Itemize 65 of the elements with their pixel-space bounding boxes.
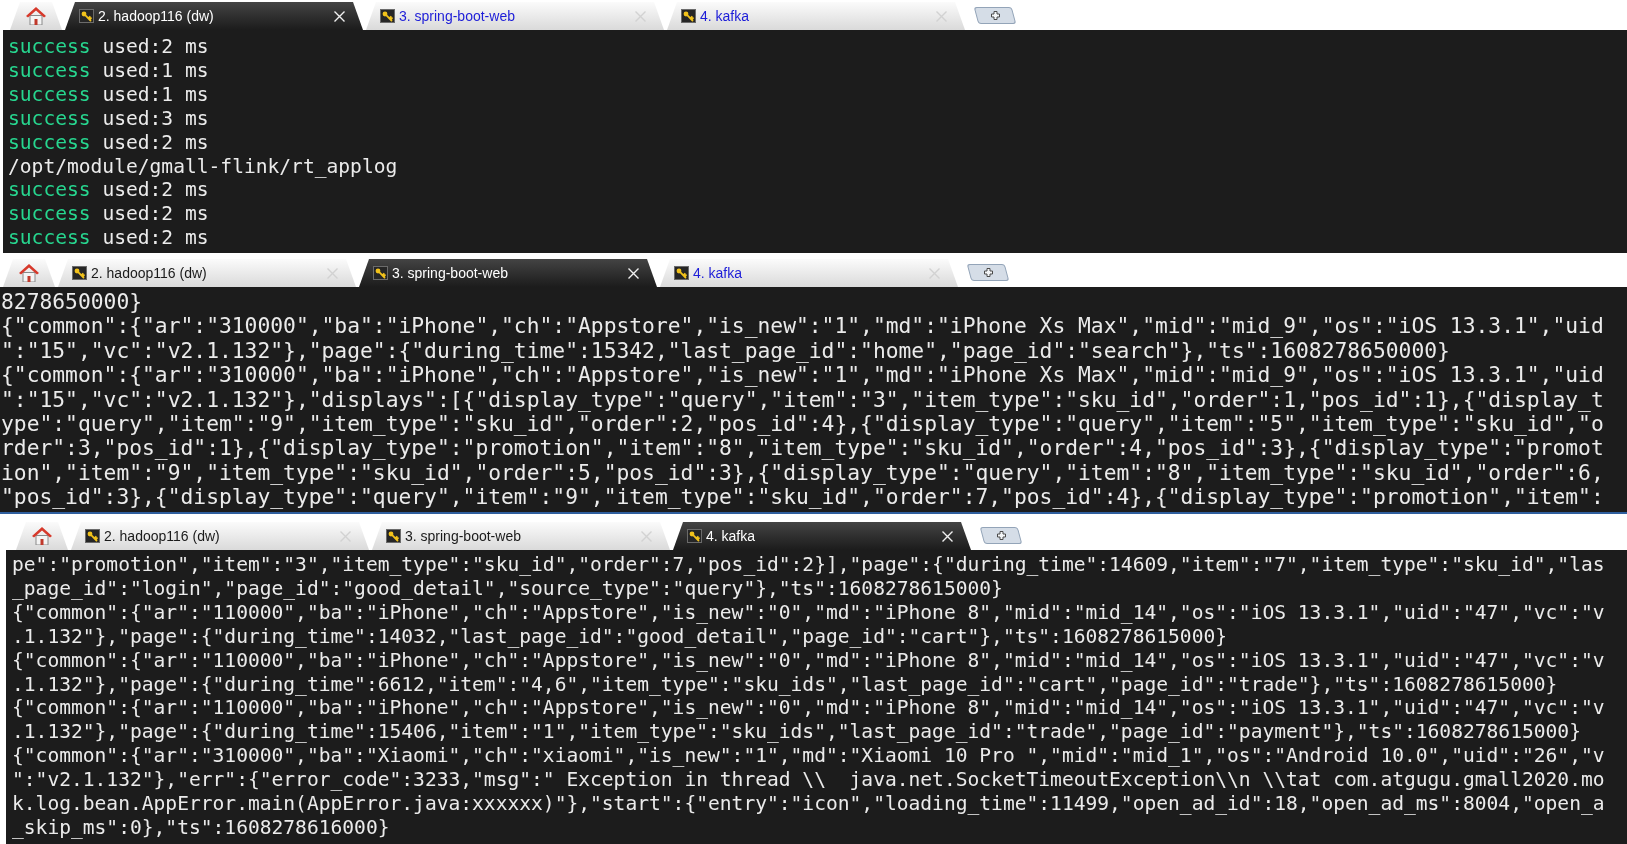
terminal-line: _skip_ms":0},"ts":1608278616000} xyxy=(12,815,390,839)
new-tab-button[interactable] xyxy=(979,527,1023,544)
home-icon xyxy=(19,264,39,282)
plus-icon xyxy=(990,11,1000,20)
terminal-tab[interactable]: 4. kafka xyxy=(673,522,971,550)
terminal-line: ":"v2.1.132"},"err":{"error_code":3233,"msg":" Exception in thread \\ java.net.SocketTimeoutException\\n \\tat com.atgugu.gmall2020.mo xyxy=(12,768,1605,792)
terminal-line: {"common":{"ar":"310000","ba":"Xiaomi","ch":"xiaomi","is_new":"1","md":"Xiaomi 10 Pro ","mid":"mid_1","os":"Android 10.0","uid":"26","v xyxy=(12,744,1605,768)
terminal-line: _page_id":"login","page_id":"good_detail","source_type":"query"},"ts":1608278615000} xyxy=(12,576,1003,600)
terminal-line: "pos_id":3},{"display_type":"query","item":"9","item_type":"sku_id","order":7,"pos_id":4},{"display_type":"promotion","item": xyxy=(1,484,1604,510)
status-word: success xyxy=(8,35,91,58)
terminal-tab[interactable]: 2. hadoop116 (dw) xyxy=(71,522,369,550)
key-icon xyxy=(79,9,94,23)
key-icon xyxy=(386,529,401,543)
key-icon xyxy=(380,9,395,23)
terminal-line: 8278650000} xyxy=(1,289,143,314)
terminal-text: used:2 ms xyxy=(102,202,209,226)
terminal-text: used:1 ms xyxy=(102,82,209,106)
terminal-line: /opt/module/gmall-flink/rt_applog xyxy=(8,154,398,178)
home-icon xyxy=(32,527,52,545)
terminal-line: ":"15","vc":"v2.1.132"},"displays":[{"display_type":"query","item":"3","item_type":"sku_id","order":1,"pos_id":1},{"display_t xyxy=(1,386,1604,412)
terminal-line: {"common":{"ar":"110000","ba":"iPhone","ch":"Appstore","is_new":"0","md":"iPhone 8","mid":"mid_14","os":"iOS 13.3.1","uid":"47","vc":"v xyxy=(12,648,1605,672)
terminal-line: pe":"promotion","item":"3","item_type":"sku_id","order":7,"pos_id":2}],"page":{"during_time":14609,"item":"7","item_type":"sku_id","las xyxy=(12,553,1605,576)
status-word: success xyxy=(8,178,91,202)
terminal-line: ":"15","vc":"v2.1.132"},"page":{"during_time":15342,"last_page_id":"home","page_id":"search"},"ts":1608278650000} xyxy=(1,337,1450,363)
key-icon xyxy=(373,266,388,280)
terminal-line: ype":"query","item":"9","item_type":"sku_id","order":2,"pos_id":4},{"display_type":"query","item":"5","item_type":"sku_id","o xyxy=(1,411,1604,437)
terminal-line: {"common":{"ar":"310000","ba":"iPhone","ch":"Appstore","is_new":"1","md":"iPhone Xs Max","mid":"mid_9","os":"iOS 13.3.1","uid xyxy=(1,313,1604,339)
terminal-line: ion","item":"9","item_type":"sku_id","order":5,"pos_id":3},{"display_type":"query","item":"8","item_type":"sku_id","order":6, xyxy=(1,459,1604,485)
terminal-text: used:1 ms xyxy=(102,58,209,82)
terminal-line: rder":3,"pos_id":1},{"display_type":"promotion","item":"8","item_type":"sku_id","order":4,"pos_id":3},{"display_type":"promot xyxy=(1,435,1604,461)
status-word: success xyxy=(8,106,91,130)
terminal-line: k.log.bean.AppError.main(AppError.java:xxxxxx)"},"start":{"entry":"icon","loading_time":11499,"open_ad_id":18,"open_ad_ms":8004,"open_a xyxy=(12,792,1605,816)
terminal-tab[interactable]: 2. hadoop116 (dw) xyxy=(65,2,363,30)
new-tab-button[interactable] xyxy=(973,7,1017,24)
status-word: success xyxy=(8,130,91,154)
new-tab-button[interactable] xyxy=(966,264,1010,281)
status-word: success xyxy=(8,202,91,226)
terminal-text: used:2 ms xyxy=(102,226,209,250)
terminal-tab[interactable]: 4. kafka xyxy=(667,2,965,30)
plus-icon xyxy=(996,531,1006,540)
terminal-line: {"common":{"ar":"110000","ba":"iPhone","ch":"Appstore","is_new":"0","md":"iPhone 8","mid":"mid_14","os":"iOS 13.3.1","uid":"47","vc":"v xyxy=(12,600,1605,624)
status-word: success xyxy=(8,226,91,250)
key-icon xyxy=(674,266,689,280)
terminal-tab[interactable]: 3. spring-boot-web xyxy=(372,522,670,550)
terminal-tab[interactable]: 3. spring-boot-web xyxy=(366,2,664,30)
terminal-tab[interactable]: 4. kafka xyxy=(660,259,958,287)
key-icon xyxy=(85,529,100,543)
key-icon xyxy=(681,9,696,23)
key-icon xyxy=(687,529,702,543)
terminal-line: .1.132"},"page":{"during_time":15406,"item":"1","item_type":"sku_ids","last_page_id":"trade","page_id":"payment"},"ts":1608278615000} xyxy=(12,720,1581,744)
terminal-text: used:3 ms xyxy=(102,106,209,130)
plus-icon xyxy=(983,268,993,277)
status-word: success xyxy=(8,82,91,106)
terminal-tab[interactable]: 2. hadoop116 (dw) xyxy=(58,259,356,287)
terminal-line: .1.132"},"page":{"during_time":6612,"item":"4,6","item_type":"sku_ids","last_page_id":"cart","page_id":"trade"},"ts":1608278615000} xyxy=(12,672,1558,696)
terminal-text: used:2 ms xyxy=(102,35,209,58)
status-word: success xyxy=(8,58,91,82)
home-icon xyxy=(26,7,46,25)
terminal-line: {"common":{"ar":"110000","ba":"iPhone","ch":"Appstore","is_new":"0","md":"iPhone 8","mid":"mid_14","os":"iOS 13.3.1","uid":"47","vc":"v xyxy=(12,696,1605,720)
terminal-tab[interactable]: 3. spring-boot-web xyxy=(359,259,657,287)
terminal-text: used:2 ms xyxy=(102,130,209,154)
terminal-text: used:2 ms xyxy=(102,178,209,202)
terminal-line: {"common":{"ar":"310000","ba":"iPhone","ch":"Appstore","is_new":"1","md":"iPhone Xs Max","mid":"mid_9","os":"iOS 13.3.1","uid xyxy=(1,362,1604,388)
terminal-line: .1.132"},"page":{"during_time":14032,"last_page_id":"good_detail","page_id":"cart"},"ts":1608278615000} xyxy=(12,624,1228,648)
key-icon xyxy=(72,266,87,280)
